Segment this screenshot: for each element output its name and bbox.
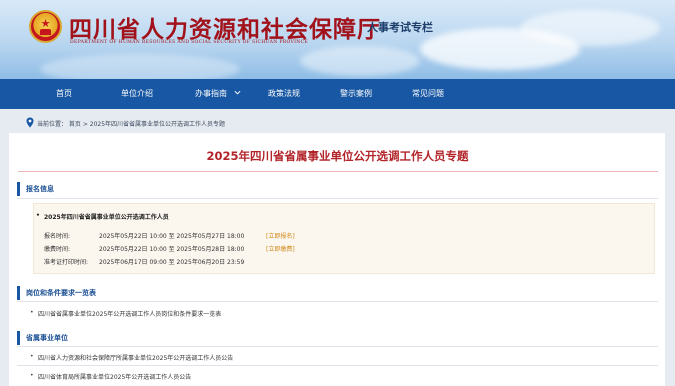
breadcrumb-text[interactable]: 当前位置： 首页 > 2025年四川省省属事业单位公开选调工作人员专题 [37, 119, 225, 128]
header-cloud [300, 46, 420, 76]
section-divider [17, 198, 658, 199]
site-header: ★ 四川省人力资源和社会保障厅 DEPARTMENT OF HUMAN RESO… [0, 0, 675, 79]
title-divider [18, 171, 658, 172]
ticket-print-label: 准考证打印时间: [44, 259, 89, 266]
page-title: 2025年四川省省属事业单位公开选调工作人员专题 [206, 149, 469, 163]
units-list-item[interactable]: 四川省体育局所属事业单位2025年公开选调工作人员公告 [30, 372, 191, 381]
exam-title: 2025年四川省省属事业单位公开选调工作人员 [36, 212, 169, 221]
nav-item-cases[interactable]: 警示案例 [340, 79, 372, 109]
nav-item-policy[interactable]: 政策法规 [268, 79, 300, 109]
site-subtitle: DEPARTMENT OF HUMAN RESOURCES AND SOCIAL… [70, 40, 309, 45]
chevron-down-icon[interactable] [234, 89, 241, 96]
nav-item-faq[interactable]: 常见问题 [412, 79, 444, 109]
main-nav: 首页 单位介绍 办事指南 政策法规 警示案例 常见问题 [0, 79, 675, 109]
site-title[interactable]: 四川省人力资源和社会保障厅 [69, 10, 381, 44]
location-pin-icon [26, 117, 34, 128]
section-heading-signup: 报名信息 [17, 182, 54, 196]
nav-item-guide[interactable]: 办事指南 [195, 79, 227, 109]
positions-list-item[interactable]: 四川省省属事业单位2025年公开选调工作人员岗位和条件要求一览表 [30, 309, 221, 318]
section-divider [17, 301, 658, 302]
payment-time-label: 缴费时间: [44, 246, 71, 253]
pay-now-link[interactable]: [立即缴费] [266, 244, 295, 253]
section-heading-units: 省属事业单位 [17, 331, 68, 345]
nav-item-about[interactable]: 单位介绍 [121, 79, 153, 109]
ticket-print-value: 2025年06月17日 09:00 至 2025年06月20日 23:59 [99, 259, 245, 266]
section-tag: 人事考试专栏 [367, 21, 433, 34]
section-heading-positions: 岗位和条件要求一览表 [17, 286, 96, 300]
section-divider [17, 346, 658, 347]
list-divider [17, 365, 658, 366]
header-cloud [40, 54, 240, 79]
national-emblem-icon: ★ [29, 10, 62, 43]
signup-time-label: 报名时间: [44, 233, 71, 240]
signup-time-value: 2025年05月22日 10:00 至 2025年05月27日 18:00 [99, 233, 245, 240]
register-now-link[interactable]: [立即报名] [266, 231, 295, 240]
payment-time-value: 2025年05月22日 10:00 至 2025年05月28日 18:00 [99, 246, 245, 253]
nav-item-home[interactable]: 首页 [56, 79, 72, 109]
units-list-item[interactable]: 四川省人力资源和社会保障厅所属事业单位2025年公开选调工作人员公告 [30, 353, 233, 362]
header-cloud [520, 10, 660, 46]
